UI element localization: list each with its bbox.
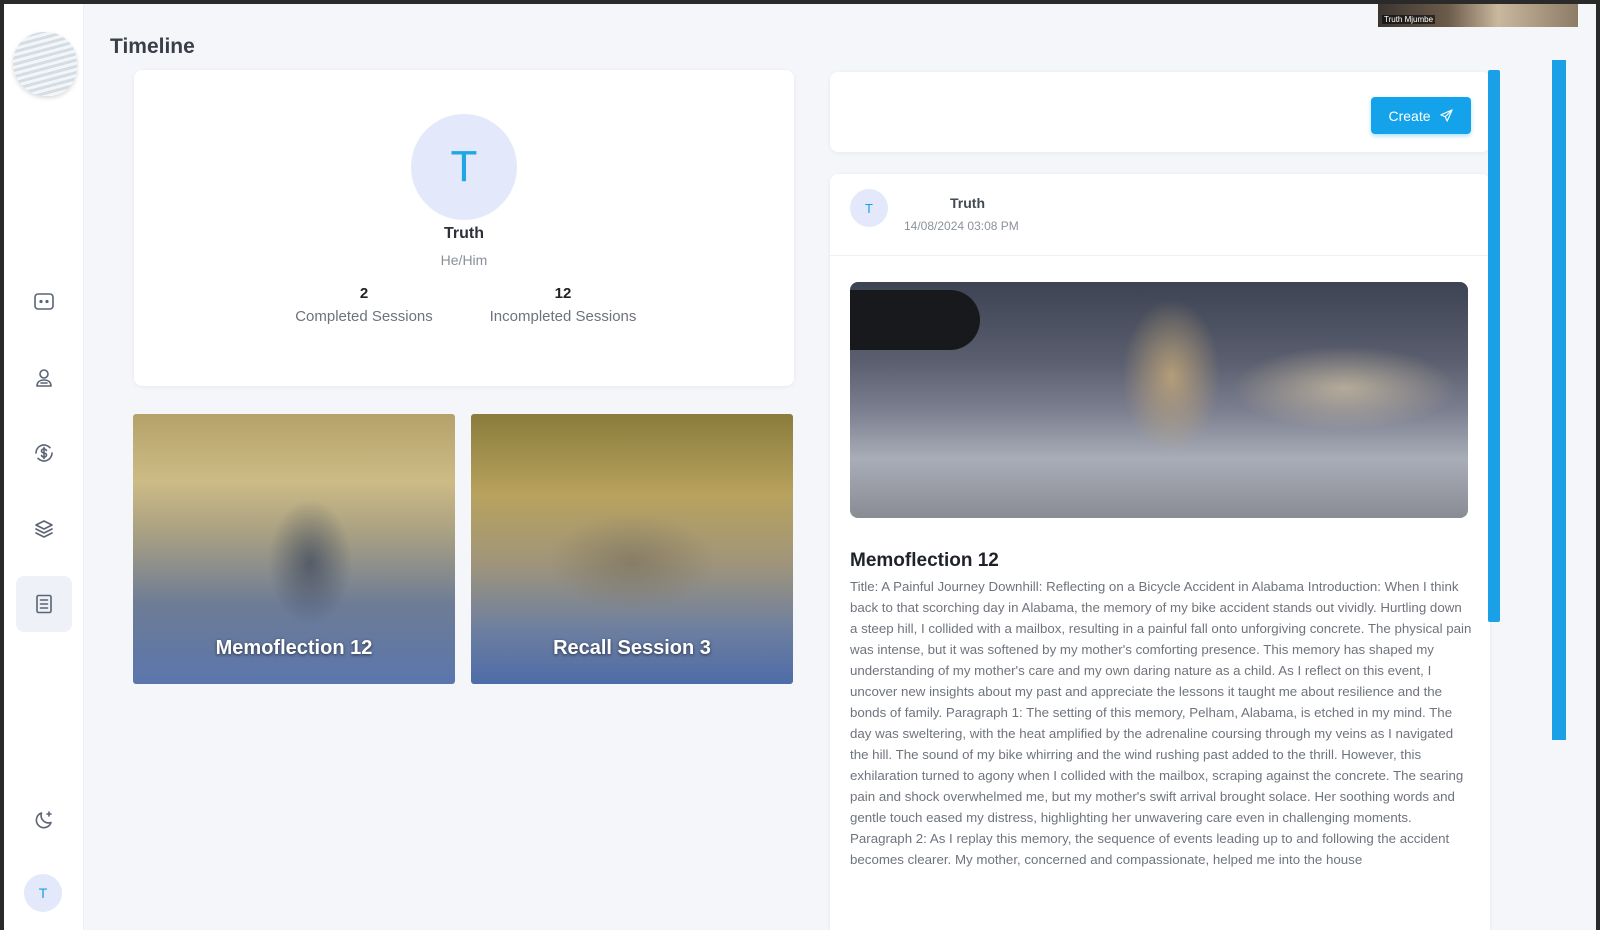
content-scrollbar[interactable] <box>1488 70 1500 622</box>
page-title: Timeline <box>110 35 195 58</box>
profile-avatar: T <box>411 114 517 220</box>
layers-icon <box>35 520 53 538</box>
session-title: Memoflection 12 <box>215 637 373 659</box>
incompleted-sessions-stat: 12 Incompleted Sessions <box>473 285 653 325</box>
sidebar: T <box>4 4 84 930</box>
webcam-label: Truth Mjumbe <box>1382 15 1436 24</box>
post-author: Truth <box>950 195 985 211</box>
post-card: T Truth 14/08/2024 03:08 PM Memoflection… <box>830 174 1490 930</box>
session-card-memoflection[interactable]: Memoflection 12 <box>133 414 455 684</box>
create-label: Create <box>1388 107 1431 124</box>
post-title: Memoflection 12 <box>850 550 999 571</box>
sidebar-item-billing[interactable] <box>16 425 72 481</box>
document-icon <box>36 594 52 614</box>
webcam-overlay: Truth Mjumbe <box>1378 4 1578 27</box>
completed-label: Completed Sessions <box>295 308 433 325</box>
send-icon <box>1439 109 1453 122</box>
post-date: 14/08/2024 03:08 PM <box>904 219 1019 233</box>
incompleted-count: 12 <box>554 285 572 302</box>
chat-bubble-icon <box>34 293 54 310</box>
post-image <box>850 282 1468 518</box>
theme-toggle-button[interactable] <box>16 792 72 848</box>
post-author-avatar: T <box>850 189 888 227</box>
user-avatar[interactable]: T <box>24 874 62 912</box>
sidebar-item-profile[interactable] <box>16 350 72 406</box>
sidebar-item-layers[interactable] <box>16 501 72 557</box>
app-window: T Timeline Truth Mjumbe T Truth He/Him 2… <box>4 4 1596 930</box>
user-icon <box>36 369 52 387</box>
dollar-circle-icon <box>35 444 53 462</box>
profile-pronouns: He/Him <box>440 252 488 268</box>
moon-stars-icon <box>35 811 52 829</box>
incompleted-label: Incompleted Sessions <box>489 308 637 325</box>
mailbox-shape <box>850 290 980 350</box>
window-scrollbar[interactable] <box>1552 60 1566 740</box>
sidebar-item-timeline[interactable] <box>16 576 72 632</box>
completed-sessions-stat: 2 Completed Sessions <box>284 285 444 325</box>
app-logo[interactable] <box>13 32 77 96</box>
create-bar: Create <box>830 72 1490 152</box>
completed-count: 2 <box>359 285 369 302</box>
post-header: T Truth 14/08/2024 03:08 PM <box>830 174 1490 256</box>
sidebar-item-chat[interactable] <box>16 274 72 330</box>
create-button[interactable]: Create <box>1371 97 1471 134</box>
profile-name: Truth <box>444 225 484 242</box>
profile-card: T Truth He/Him 2 Completed Sessions 12 I… <box>134 70 794 386</box>
session-title: Recall Session 3 <box>553 637 711 659</box>
session-card-recall[interactable]: Recall Session 3 <box>471 414 793 684</box>
post-body: Title: A Painful Journey Downhill: Refle… <box>850 579 1472 867</box>
